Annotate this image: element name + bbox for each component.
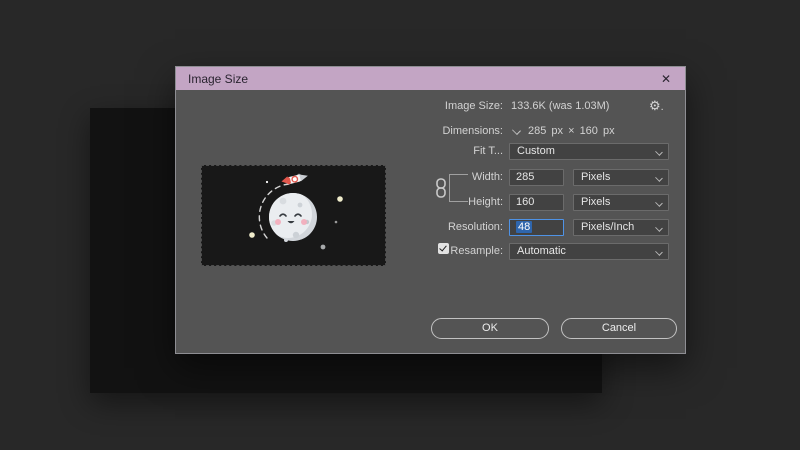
dimensions-value: 285 px × 160 px xyxy=(528,125,615,137)
resolution-unit-select[interactable]: Pixels/Inch xyxy=(573,219,669,236)
moon-cheek xyxy=(275,219,281,225)
star-dot xyxy=(320,244,326,250)
selected-text: 48 xyxy=(516,221,533,233)
image-size-dialog: Image Size ✕ Image Size: 133.6K (was 1.0… xyxy=(175,66,686,354)
image-size-label: Image Size: xyxy=(444,100,503,112)
chevron-down-icon xyxy=(655,199,663,207)
star-dot xyxy=(249,232,255,238)
crater xyxy=(297,202,303,208)
crater xyxy=(284,238,288,242)
moon-body xyxy=(269,193,317,241)
cancel-button[interactable]: Cancel xyxy=(561,318,677,339)
chevron-down-icon xyxy=(655,224,663,232)
star-dot xyxy=(337,196,343,202)
dimensions-chevron-down-icon[interactable] xyxy=(512,126,521,135)
desktop-background: { "window": { "title": "Image Size", "cl… xyxy=(0,0,800,450)
dialog-titlebar[interactable]: Image Size ✕ xyxy=(176,67,685,90)
gear-icon[interactable]: ⚙. xyxy=(649,98,671,114)
crater xyxy=(279,197,287,205)
gear-menu-dot: . xyxy=(660,101,664,113)
image-preview[interactable] xyxy=(201,165,386,266)
height-input[interactable]: 160 xyxy=(509,194,564,211)
dialog-title: Image Size xyxy=(188,71,249,86)
resolution-input[interactable]: 48 xyxy=(509,219,564,236)
crater xyxy=(292,231,300,239)
rocket-icon xyxy=(281,174,308,185)
fit-to-label: Fit T... xyxy=(473,145,503,157)
star-dot xyxy=(265,180,269,184)
close-icon[interactable]: ✕ xyxy=(657,71,675,87)
dimensions-label: Dimensions: xyxy=(442,125,503,137)
chevron-down-icon xyxy=(655,148,663,156)
ok-button[interactable]: OK xyxy=(431,318,549,339)
image-size-value: 133.6K (was 1.03M) xyxy=(511,100,610,112)
height-unit-select[interactable]: Pixels xyxy=(573,194,669,211)
fit-to-select[interactable]: Custom xyxy=(509,143,669,160)
resample-select[interactable]: Automatic xyxy=(509,243,669,260)
chevron-down-icon xyxy=(655,248,663,256)
moon-cheek xyxy=(301,219,307,225)
width-input[interactable]: 285 xyxy=(509,169,564,186)
star-dot xyxy=(334,220,338,224)
chevron-down-icon xyxy=(655,174,663,182)
moon-illustration xyxy=(249,173,343,250)
width-unit-select[interactable]: Pixels xyxy=(573,169,669,186)
